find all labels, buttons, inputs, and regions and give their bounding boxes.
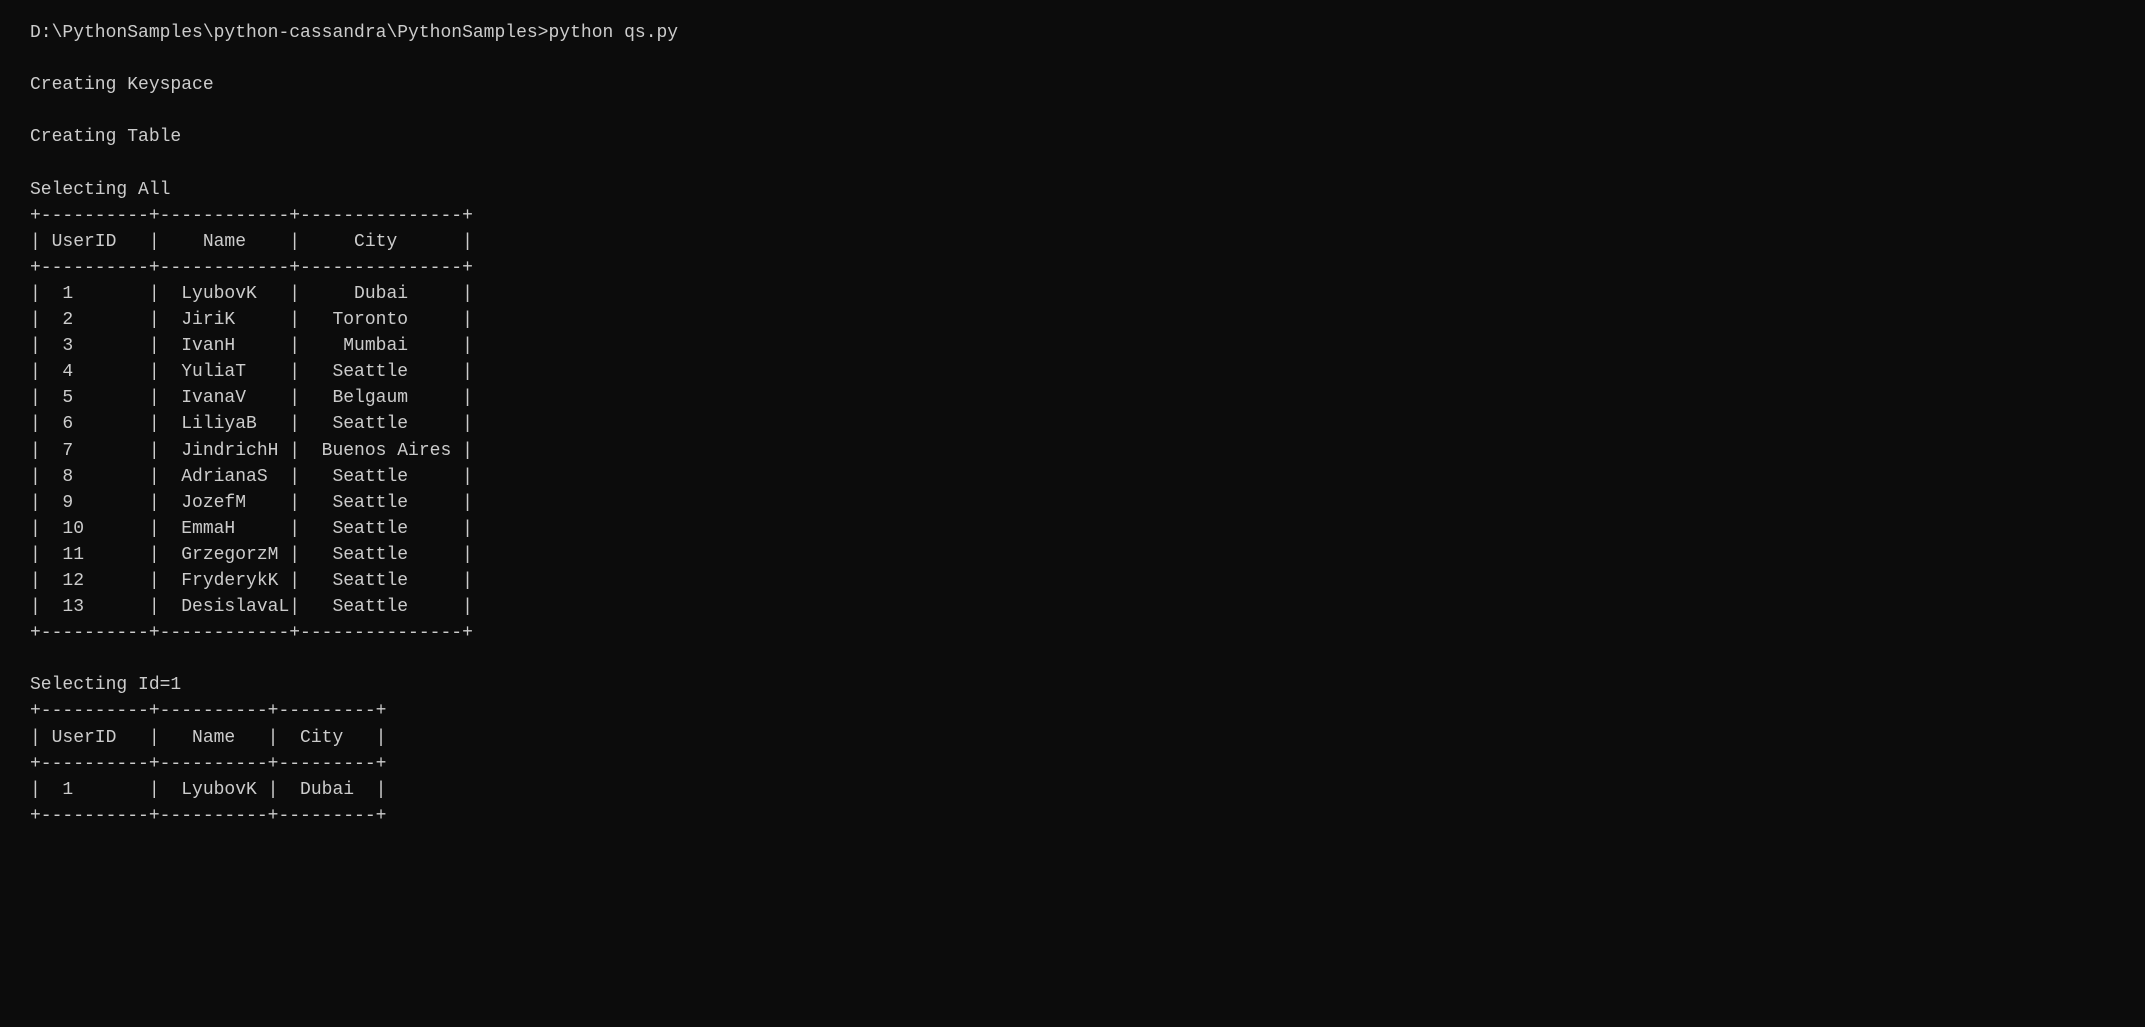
blank-line-1: [30, 49, 41, 69]
table1-row-13: | 13 | DesislavaL| Seattle |: [30, 597, 473, 617]
table1-row-6: | 6 | LiliyaB | Seattle |: [30, 414, 473, 434]
table2-header: | UserID | Name | City |: [30, 728, 386, 748]
table1-row-4: | 4 | YuliaT | Seattle |: [30, 362, 473, 382]
table1-bottom-border: +----------+------------+---------------…: [30, 623, 473, 643]
table1-header: | UserID | Name | City |: [30, 232, 473, 252]
blank-line-4: [30, 649, 41, 669]
blank-line-2: [30, 101, 41, 121]
terminal-output: D:\PythonSamples\python-cassandra\Python…: [30, 20, 2115, 829]
selecting-id1-label: Selecting Id=1: [30, 675, 181, 695]
creating-table: Creating Table: [30, 127, 181, 147]
prompt-line: D:\PythonSamples\python-cassandra\Python…: [30, 23, 678, 43]
selecting-all-label: Selecting All: [30, 180, 170, 200]
table2-bottom-border: +----------+----------+---------+: [30, 806, 386, 826]
table1-row-5: | 5 | IvanaV | Belgaum |: [30, 388, 473, 408]
table1-top-border: +----------+------------+---------------…: [30, 206, 473, 226]
table1-row-11: | 11 | GrzegorzM | Seattle |: [30, 545, 473, 565]
table1-row-8: | 8 | AdrianaS | Seattle |: [30, 467, 473, 487]
table1-row-3: | 3 | IvanH | Mumbai |: [30, 336, 473, 356]
table1-header-border: +----------+------------+---------------…: [30, 258, 473, 278]
table2-header-border: +----------+----------+---------+: [30, 754, 386, 774]
blank-line-3: [30, 153, 41, 173]
table1-row-12: | 12 | FryderykK | Seattle |: [30, 571, 473, 591]
table1-row-2: | 2 | JiriK | Toronto |: [30, 310, 473, 330]
table2-row-1: | 1 | LyubovK | Dubai |: [30, 780, 386, 800]
table1-row-1: | 1 | LyubovK | Dubai |: [30, 284, 473, 304]
table2-top-border: +----------+----------+---------+: [30, 701, 386, 721]
table1-row-7: | 7 | JindrichH | Buenos Aires |: [30, 441, 473, 461]
creating-keyspace: Creating Keyspace: [30, 75, 214, 95]
table1-row-9: | 9 | JozefM | Seattle |: [30, 493, 473, 513]
table1-row-10: | 10 | EmmaH | Seattle |: [30, 519, 473, 539]
